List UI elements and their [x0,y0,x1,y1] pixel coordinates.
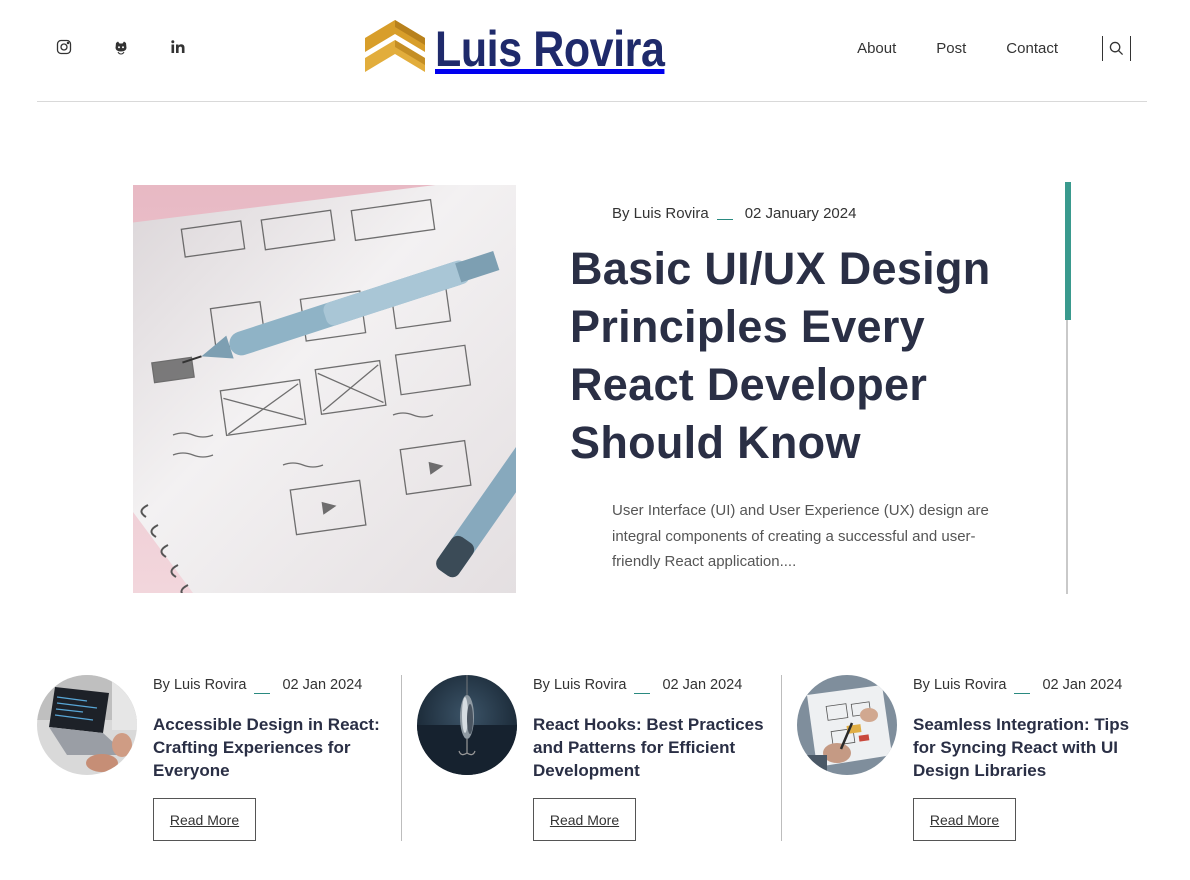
search-button[interactable] [1102,36,1131,61]
card-author[interactable]: By Luis Rovira [153,677,246,693]
card-author[interactable]: By Luis Rovira [913,677,1006,693]
post-card: By Luis Rovira 02 Jan 2024 Seamless Inte… [797,675,1177,841]
fishing-lure-photo [417,675,517,775]
post-card: By Luis Rovira 02 Jan 2024 Accessible De… [37,675,417,841]
site-logo[interactable]: Luis Rovira [363,18,702,80]
search-icon [1109,41,1124,56]
featured-scroll-indicator [1065,182,1071,594]
meta-divider [1014,693,1031,694]
read-more-button[interactable]: Read More [153,798,256,841]
post-card: By Luis Rovira 02 Jan 2024 React Hooks: … [417,675,797,841]
meta-divider [716,219,733,220]
meta-divider [634,693,651,694]
featured-meta: By Luis Rovira 02 January 2024 [612,205,856,222]
card-meta: By Luis Rovira 02 Jan 2024 [533,677,743,694]
card-title[interactable]: Accessible Design in React: Crafting Exp… [153,713,393,782]
instagram-icon [56,39,72,55]
instagram-link[interactable] [55,38,73,56]
card-divider [401,675,402,841]
featured-excerpt: User Interface (UI) and User Experience … [612,502,989,570]
laptop-photo [37,675,137,775]
card-title[interactable]: React Hooks: Best Practices and Patterns… [533,713,773,782]
card-author[interactable]: By Luis Rovira [533,677,626,693]
post-thumbnail[interactable] [37,675,137,775]
chevron-logo-icon [365,20,425,72]
github-link[interactable] [112,38,130,56]
featured-author[interactable]: By Luis Rovira [612,205,709,222]
card-meta: By Luis Rovira 02 Jan 2024 [913,677,1123,694]
linkedin-icon [171,40,185,53]
card-date: 02 Jan 2024 [282,677,363,693]
site-header: Luis Rovira About Post Contact [37,0,1147,102]
featured-date: 02 January 2024 [744,205,857,222]
nav-post[interactable]: Post [936,40,966,57]
card-date: 02 Jan 2024 [1042,677,1123,693]
wireframe-sketch-photo [133,185,516,593]
read-more-button[interactable]: Read More [913,798,1016,841]
nav-about[interactable]: About [857,40,896,57]
post-thumbnail[interactable] [417,675,517,775]
github-icon [115,41,127,55]
logo-text: Luis Rovira [435,21,665,77]
linkedin-link[interactable] [169,38,187,56]
card-title[interactable]: Seamless Integration: Tips for Syncing R… [913,713,1153,782]
card-meta: By Luis Rovira 02 Jan 2024 [153,677,363,694]
card-date: 02 Jan 2024 [662,677,743,693]
social-links [55,38,187,56]
design-sketching-photo [797,675,897,775]
meta-divider [254,693,271,694]
post-thumbnail[interactable] [797,675,897,775]
featured-title[interactable]: Basic UI/UX Design Principles Every Reac… [570,240,1050,472]
main-nav: About Post Contact [857,40,1058,57]
featured-image[interactable] [133,185,516,593]
read-more-button[interactable]: Read More [533,798,636,841]
nav-contact[interactable]: Contact [1006,40,1058,57]
card-divider [781,675,782,841]
